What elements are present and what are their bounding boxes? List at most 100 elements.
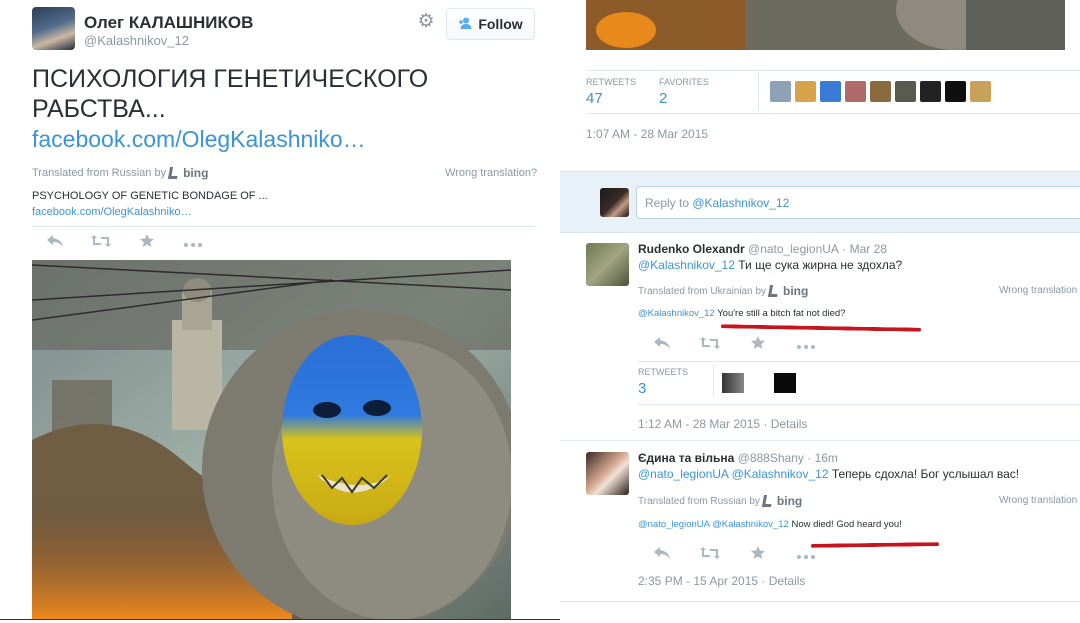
follow-button[interactable]: Follow <box>446 8 535 40</box>
avatar[interactable] <box>770 81 791 102</box>
reply-box: Reply to @Kalashnikov_12 <box>560 171 1080 233</box>
wrong-translation-link[interactable]: Wrong translation <box>999 495 1077 506</box>
reply-body: Ти ще сука жирна не здохла? <box>734 258 903 272</box>
reply-author[interactable]: Єдина та вільна @888Shany · 16m <box>638 451 838 465</box>
more-icon[interactable] <box>170 234 216 251</box>
red-underline-annotation <box>810 542 940 548</box>
reply-timestamp-text[interactable]: 2:35 PM - 15 Apr 2015 <box>638 574 758 588</box>
favorites-label: FAVORITES <box>659 77 709 87</box>
reply-actions <box>638 546 830 563</box>
reply-timestamp: 1:12 AM - 28 Mar 2015 · Details <box>638 417 807 431</box>
translated-from-label: Translated from Ukrainian by <box>638 285 767 297</box>
reply-retweets-count[interactable]: 3 <box>638 380 646 397</box>
favorites-count[interactable]: 2 <box>659 90 667 107</box>
reply-prefix: Reply to <box>645 196 690 210</box>
reply-mention[interactable]: @Kalashnikov_12 <box>638 258 735 272</box>
main-tweet-panel: Олег КАЛАШНИКОВ @Kalashnikov_12 ⚙ Follow… <box>0 0 560 623</box>
avatar[interactable] <box>920 81 941 102</box>
avatar[interactable] <box>895 81 916 102</box>
reply-author-handle: @888Shany <box>737 451 804 465</box>
reply-time: · 16m <box>807 451 838 465</box>
retweet-icon[interactable] <box>78 234 124 251</box>
reply-time: · Mar 28 <box>842 242 887 256</box>
reply-text: @Kalashnikov_12 Ти ще сука жирна не здох… <box>638 258 902 272</box>
bing-label: bing <box>183 166 209 180</box>
avatar <box>600 188 629 217</box>
retweets-count[interactable]: 47 <box>586 90 603 107</box>
reply-text: @nato_legionUA @Kalashnikov_12 Теперь сд… <box>638 467 1019 481</box>
tweet-text: ПСИХОЛОГИЯ ГЕНЕТИЧЕСКОГО РАБСТВА... <box>32 65 429 123</box>
author-username[interactable]: @Kalashnikov_12 <box>84 33 189 48</box>
tweet-link[interactable]: facebook.com/OlegKalashniko… <box>32 126 366 153</box>
avatar[interactable] <box>795 81 816 102</box>
tweet-image[interactable] <box>32 260 511 620</box>
more-icon[interactable] <box>782 336 830 353</box>
reply-icon[interactable] <box>638 546 686 563</box>
wrong-translation-link[interactable]: Wrong translation <box>999 285 1077 296</box>
tweet-timestamp[interactable]: 1:07 AM - 28 Mar 2015 <box>586 127 708 141</box>
reply-author[interactable]: Rudenko Olexandr @nato_legionUA · Mar 28 <box>638 242 887 256</box>
divider <box>638 361 1080 362</box>
avatar[interactable] <box>870 81 891 102</box>
translation-mention[interactable]: @Kalashnikov_12 <box>638 308 715 319</box>
avatar[interactable] <box>586 452 629 495</box>
retweet-icon[interactable] <box>686 336 734 353</box>
reply-icon[interactable] <box>32 234 78 251</box>
favorite-star-icon[interactable] <box>734 546 782 563</box>
favorite-star-icon[interactable] <box>734 336 782 353</box>
reply-tweet: Rudenko Olexandr @nato_legionUA · Mar 28… <box>560 233 1080 441</box>
avatar[interactable] <box>722 373 744 393</box>
avatar[interactable] <box>970 81 991 102</box>
wrong-translation-link[interactable]: Wrong translation? <box>445 167 537 179</box>
details-link[interactable]: · Details <box>760 417 807 431</box>
translated-notice: Translated from Ukrainian by bing <box>638 284 808 298</box>
bing-label: bing <box>783 284 809 298</box>
translated-notice: Translated from Russian by bing <box>32 166 208 180</box>
divider <box>638 404 1080 405</box>
bing-label: bing <box>776 494 803 508</box>
avatar[interactable] <box>845 81 866 102</box>
reply-icon[interactable] <box>638 336 686 353</box>
divider <box>0 619 560 620</box>
translation-mention[interactable]: @nato_legionUA @Kalashnikov_12 <box>638 519 789 530</box>
reply-mention[interactable]: @nato_legionUA @Kalashnikov_12 <box>638 467 829 481</box>
follow-button-label: Follow <box>478 16 523 32</box>
translation-link[interactable]: facebook.com/OlegKalashniko… <box>32 206 192 218</box>
gear-icon[interactable]: ⚙ <box>416 12 436 32</box>
reply-input[interactable]: Reply to @Kalashnikov_12 <box>636 186 1080 219</box>
avatar[interactable] <box>945 81 966 102</box>
retweet-icon[interactable] <box>686 546 734 563</box>
author-avatar[interactable] <box>32 7 75 50</box>
author-full-name[interactable]: Олег КАЛАШНИКОВ <box>84 13 253 33</box>
translation-text: @Kalashnikov_12 You're still a bitch fat… <box>638 308 845 319</box>
follow-person-icon <box>458 17 472 32</box>
reply-retweets-label: RETWEETS <box>638 367 689 377</box>
avatar[interactable] <box>774 373 796 393</box>
reply-author-name: Єдина та вільна <box>638 451 735 465</box>
translated-from-label: Translated from Russian by <box>638 495 760 507</box>
tweet-stats: RETWEETS 47 FAVORITES 2 <box>586 70 1080 114</box>
reply-actions <box>638 336 830 353</box>
translated-notice: Translated from Russian by bing <box>638 494 802 508</box>
bing-icon <box>168 167 180 179</box>
favorite-star-icon[interactable] <box>124 234 170 251</box>
bing-icon <box>767 285 780 297</box>
divider <box>713 364 714 398</box>
translation-text: PSYCHOLOGY OF GENETIC BONDAGE OF ... <box>32 190 268 202</box>
reply-timestamp: 2:35 PM - 15 Apr 2015 · Details <box>638 574 805 588</box>
reply-author-handle: @nato_legionUA <box>748 242 839 256</box>
reply-body: Теперь сдохла! Бог услышал вас! <box>828 467 1020 481</box>
details-link[interactable]: · Details <box>758 574 805 588</box>
divider <box>758 73 759 111</box>
favoriters-avatars <box>770 81 991 102</box>
avatar[interactable] <box>586 243 629 286</box>
red-underline-annotation <box>720 324 922 332</box>
tweet-image-bottom[interactable] <box>586 0 1065 50</box>
translation-body: You're still a bitch fat not died? <box>714 308 846 319</box>
avatar[interactable] <box>748 373 770 393</box>
more-icon[interactable] <box>782 546 830 563</box>
reply-timestamp-text[interactable]: 1:12 AM - 28 Mar 2015 <box>638 417 760 431</box>
avatar[interactable] <box>820 81 841 102</box>
reply-tweet: Єдина та вільна @888Shany · 16m @nato_le… <box>560 441 1080 602</box>
translation-body: Now died! God heard you! <box>788 519 902 530</box>
